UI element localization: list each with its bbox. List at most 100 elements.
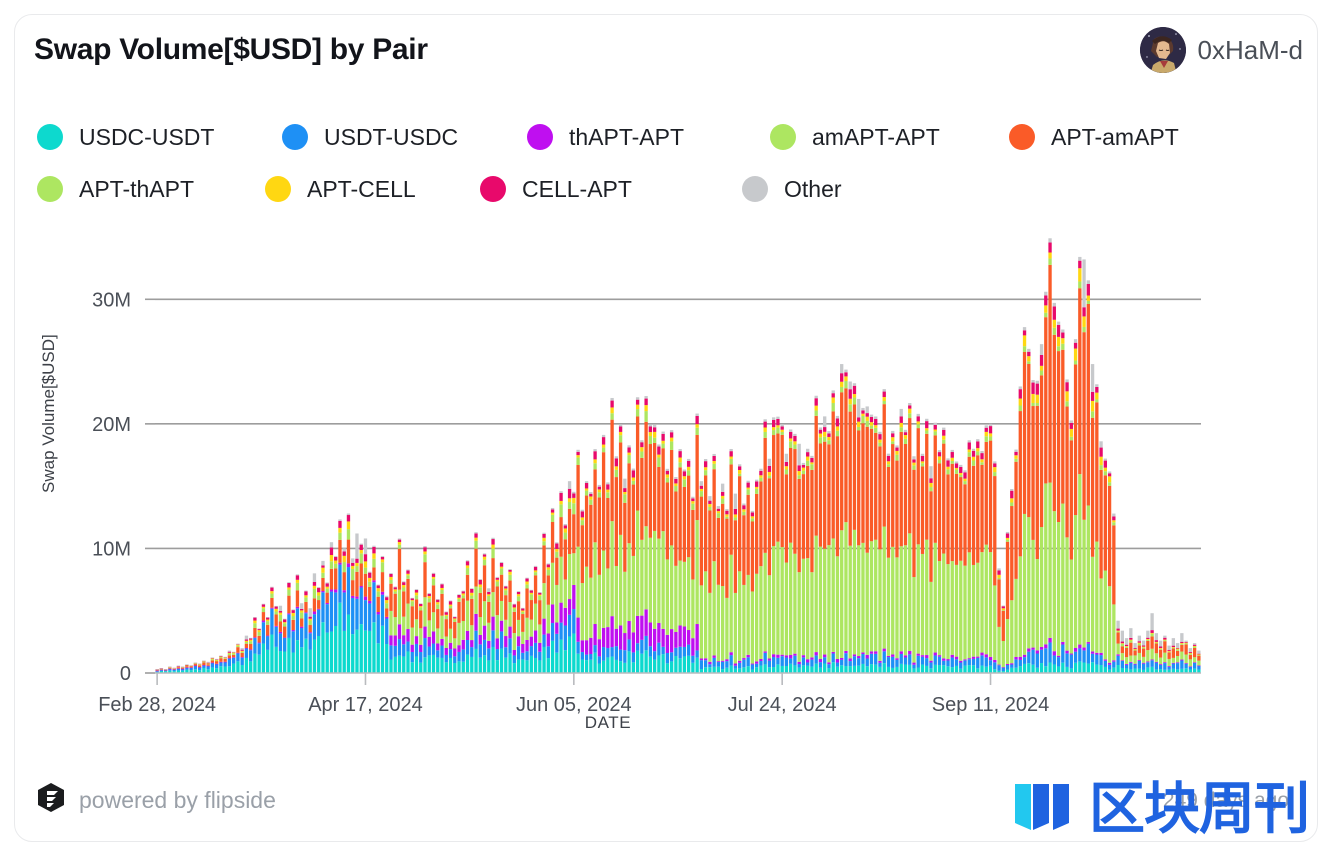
bar-segment[interactable]: [1188, 651, 1193, 653]
bar-segment[interactable]: [1027, 351, 1031, 357]
bar-segment[interactable]: [916, 428, 920, 545]
bar-segment[interactable]: [1035, 653, 1039, 668]
bar-segment[interactable]: [351, 595, 355, 598]
bar-segment[interactable]: [236, 644, 240, 646]
bar-segment[interactable]: [206, 666, 210, 670]
bar-segment[interactable]: [555, 548, 559, 552]
bar-segment[interactable]: [334, 589, 338, 593]
bar-segment[interactable]: [474, 548, 478, 587]
bar-segment[interactable]: [351, 580, 355, 596]
bar-segment[interactable]: [844, 372, 848, 377]
bar-segment[interactable]: [414, 643, 419, 657]
bar-segment[interactable]: [1069, 436, 1073, 441]
bar-segment[interactable]: [249, 641, 253, 644]
bar-segment[interactable]: [806, 456, 810, 461]
bar-segment[interactable]: [504, 619, 508, 637]
bar-segment[interactable]: [410, 627, 414, 645]
bar-segment[interactable]: [835, 659, 840, 663]
bar-segment[interactable]: [976, 455, 980, 563]
bar-segment[interactable]: [1027, 356, 1031, 362]
bar-segment[interactable]: [402, 616, 406, 636]
bar-segment[interactable]: [589, 654, 593, 660]
bar-segment[interactable]: [848, 389, 852, 399]
bar-segment[interactable]: [385, 608, 389, 617]
bar-segment[interactable]: [793, 435, 797, 442]
bar-segment[interactable]: [593, 449, 597, 452]
bar-segment[interactable]: [304, 638, 308, 673]
bar-segment[interactable]: [559, 517, 563, 557]
bar-segment[interactable]: [567, 481, 572, 489]
bar-segment[interactable]: [287, 613, 291, 615]
bar-segment[interactable]: [491, 558, 495, 593]
bar-segment[interactable]: [291, 619, 295, 631]
bar-segment[interactable]: [1154, 642, 1159, 644]
bar-segment[interactable]: [682, 656, 687, 673]
bar-segment[interactable]: [283, 651, 287, 674]
bar-segment[interactable]: [304, 601, 308, 613]
bar-segment[interactable]: [193, 662, 198, 664]
bar-segment[interactable]: [806, 662, 810, 666]
bar-segment[interactable]: [410, 652, 414, 663]
bar-segment[interactable]: [295, 590, 300, 607]
bar-segment[interactable]: [1014, 458, 1018, 462]
bar-segment[interactable]: [759, 658, 763, 661]
bar-segment[interactable]: [869, 651, 874, 654]
bar-segment[interactable]: [393, 587, 397, 590]
bar-segment[interactable]: [1129, 661, 1133, 663]
bar-segment[interactable]: [338, 527, 342, 533]
bar-segment[interactable]: [491, 537, 495, 540]
bar-segment[interactable]: [427, 596, 431, 599]
bar-segment[interactable]: [1137, 643, 1142, 646]
bar-segment[interactable]: [504, 590, 508, 596]
bar-segment[interactable]: [954, 564, 959, 657]
bar-segment[interactable]: [818, 427, 823, 430]
bar-segment[interactable]: [1180, 633, 1184, 642]
bar-segment[interactable]: [755, 663, 759, 668]
bar-segment[interactable]: [287, 587, 291, 590]
bar-segment[interactable]: [1124, 638, 1129, 645]
bar-segment[interactable]: [1082, 662, 1086, 674]
bar-segment[interactable]: [861, 654, 865, 664]
bar-segment[interactable]: [1078, 661, 1082, 673]
bar-segment[interactable]: [376, 612, 380, 615]
bar-segment[interactable]: [776, 418, 780, 426]
bar-segment[interactable]: [1027, 651, 1031, 664]
bar-segment[interactable]: [402, 591, 406, 617]
bar-segment[interactable]: [682, 476, 687, 480]
bar-segment[interactable]: [1197, 655, 1201, 661]
bar-segment[interactable]: [601, 550, 606, 628]
bar-segment[interactable]: [512, 650, 516, 656]
bar-segment[interactable]: [806, 452, 810, 457]
bar-segment[interactable]: [440, 583, 444, 585]
bar-segment[interactable]: [580, 511, 584, 518]
bar-segment[interactable]: [903, 657, 908, 665]
bar-segment[interactable]: [984, 427, 988, 432]
bar-segment[interactable]: [1146, 640, 1150, 651]
bar-segment[interactable]: [963, 470, 967, 473]
bar-segment[interactable]: [818, 658, 823, 663]
bar-segment[interactable]: [1018, 411, 1022, 557]
bar-segment[interactable]: [567, 636, 572, 673]
bar-segment[interactable]: [631, 468, 636, 471]
bar-segment[interactable]: [1099, 456, 1103, 466]
bar-segment[interactable]: [742, 505, 746, 510]
bar-segment[interactable]: [397, 538, 402, 540]
bar-segment[interactable]: [504, 647, 508, 658]
bar-segment[interactable]: [652, 424, 657, 428]
bar-segment[interactable]: [1061, 503, 1065, 642]
bar-segment[interactable]: [814, 415, 818, 536]
bar-segment[interactable]: [457, 594, 461, 598]
bar-segment[interactable]: [215, 660, 219, 662]
bar-segment[interactable]: [440, 593, 444, 616]
bar-segment[interactable]: [521, 608, 525, 611]
bar-segment[interactable]: [1018, 659, 1022, 667]
bar-segment[interactable]: [840, 392, 844, 531]
bar-segment[interactable]: [270, 597, 274, 608]
bar-segment[interactable]: [1086, 295, 1090, 301]
bar-segment[interactable]: [1010, 600, 1014, 664]
bar-segment[interactable]: [329, 555, 334, 562]
bar-segment[interactable]: [772, 417, 776, 420]
bar-segment[interactable]: [1035, 650, 1039, 654]
bar-segment[interactable]: [933, 655, 937, 665]
bar-segment[interactable]: [1078, 256, 1082, 261]
